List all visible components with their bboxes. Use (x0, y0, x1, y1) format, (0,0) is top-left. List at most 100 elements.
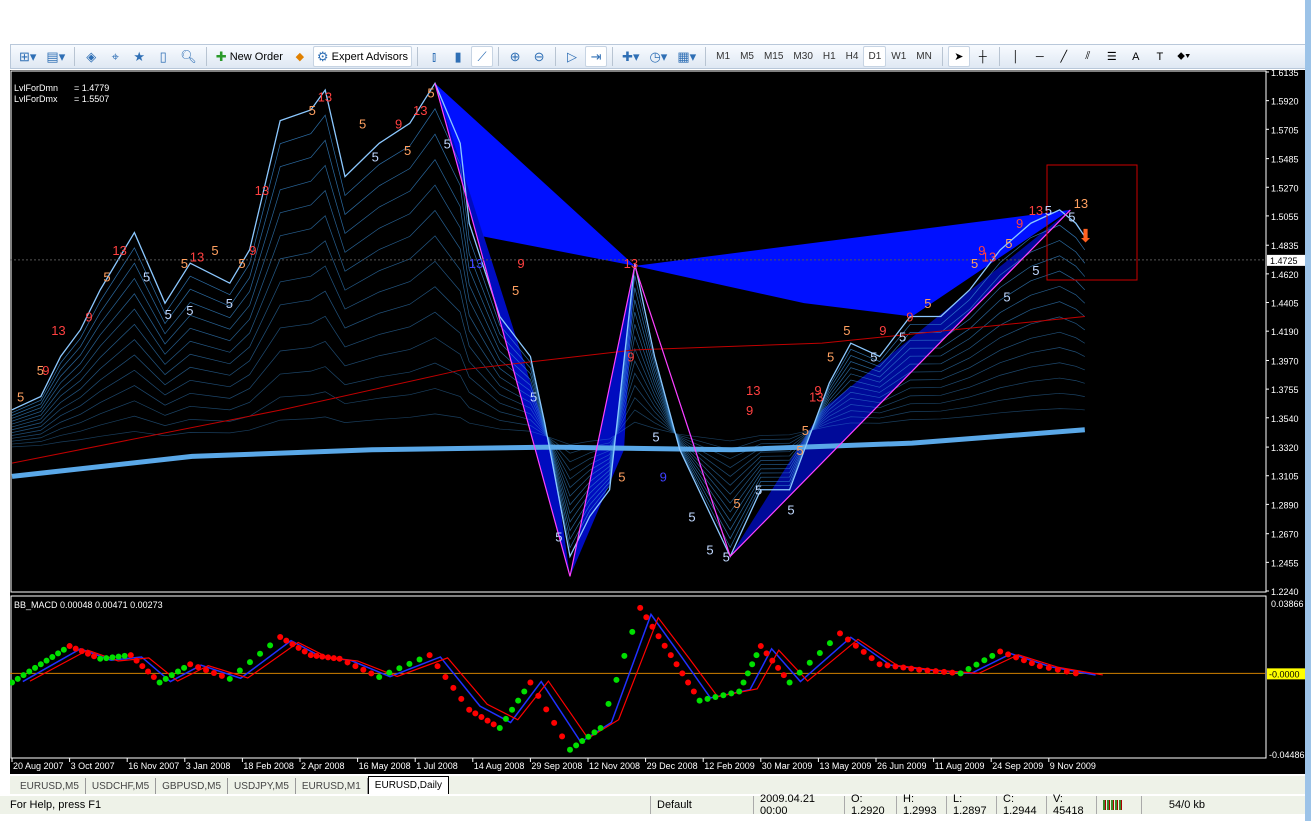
volume: V: 45418 (1046, 793, 1096, 817)
macd-dot (643, 614, 650, 621)
help-text: For Help, press F1 (10, 799, 102, 811)
toolbar: ⊞▾ ▤▾ ◈ ⌖ ★ ▯ 🔍︎ ✚ New Order ◆ ⚙ Expert … (10, 44, 1306, 69)
macd-dot (1063, 668, 1070, 675)
separator (555, 47, 557, 66)
strategy-tester-button[interactable]: 🔍︎ (176, 46, 201, 67)
price-tick-label: 1.5485 (1271, 155, 1299, 165)
macd-dot (521, 688, 528, 695)
chart-window[interactable]: ⬇ 5 5 9 13 9 5 13 5 5 5 13 5 5 5 5 9 13 5 13 5 5 9 5 13 5 5 13 9 5 5 5 1… (10, 70, 1306, 774)
macd-dot (876, 661, 883, 668)
crosshair-tool[interactable]: ┼ (972, 46, 994, 67)
macd-dot (736, 688, 743, 695)
chart-tab[interactable]: EURUSD,M5 (14, 778, 86, 794)
count-label: 5 (618, 469, 625, 484)
auto-scroll-button[interactable]: ▷ (561, 46, 583, 67)
count-label: 5 (924, 296, 931, 311)
macd-dot (780, 672, 787, 679)
macd-dot (368, 670, 375, 677)
macd-dot (916, 666, 923, 673)
lvl-dmx-label: LvlForDmx (14, 94, 58, 104)
timeframe-w1[interactable]: W1 (886, 46, 911, 67)
date-tick-label: 2 Apr 2008 (301, 761, 345, 771)
templates-button[interactable]: ▦▾ (673, 46, 700, 67)
macd-dot (613, 676, 620, 683)
count-label: 13 (746, 383, 760, 398)
macd-dot (1045, 664, 1052, 671)
level-info: LvlForDmn = 1.4779 LvlForDmx = 1.5507 (14, 83, 109, 105)
macd-dot (661, 642, 668, 649)
traffic: 54/0 kb (1141, 796, 1211, 814)
expert-advisors-button[interactable]: ⚙ Expert Advisors (312, 46, 413, 67)
indicators-button[interactable]: ✚▾ (618, 46, 643, 67)
macd-dot (685, 679, 692, 686)
chart-tab[interactable]: EURUSD,Daily (367, 776, 450, 794)
horizontal-line-tool[interactable]: ─ (1029, 46, 1051, 67)
navigator-button[interactable]: ★ (128, 46, 150, 67)
price-tick-label: 1.3970 (1271, 356, 1299, 366)
timeframe-m1[interactable]: M1 (711, 46, 735, 67)
bar-chart-button[interactable]: ⫾ (423, 46, 445, 67)
separator (74, 47, 76, 66)
periods-button[interactable]: ◷▾ (645, 46, 671, 67)
chart-tab[interactable]: GBPUSD,M5 (156, 778, 229, 794)
arrows-tool[interactable]: ⬥▾ (1173, 46, 1195, 67)
timeframe-h4[interactable]: H4 (841, 46, 864, 67)
text-tool[interactable]: A (1125, 46, 1147, 67)
timeframe-m5[interactable]: M5 (735, 46, 759, 67)
new-chart-button[interactable]: ⊞▾ (15, 46, 40, 67)
macd-dot (325, 654, 332, 661)
macd-dot (277, 633, 284, 640)
text-label-tool[interactable]: T (1149, 46, 1171, 67)
macd-dot (127, 652, 134, 659)
timeframe-m30[interactable]: M30 (788, 46, 817, 67)
timeframe-m15[interactable]: M15 (759, 46, 788, 67)
chart-shift-button[interactable]: ⇥ (585, 46, 608, 67)
count-label: 13 (413, 103, 427, 118)
new-order-button[interactable]: ✚ New Order (212, 46, 287, 67)
vertical-line-tool[interactable]: │ (1005, 46, 1027, 67)
count-label: 5 (755, 483, 762, 498)
data-window-button[interactable]: ⌖ (104, 46, 126, 67)
zoom-in-icon[interactable]: ⊕ (504, 46, 526, 67)
timeframe-mn[interactable]: MN (911, 46, 937, 67)
date-tick-label: 29 Sep 2008 (531, 761, 582, 771)
macd-dot (181, 664, 188, 671)
terminal-button[interactable]: ▯ (152, 46, 174, 67)
count-label: 5 (211, 243, 218, 258)
chart-tab[interactable]: USDCHF,M5 (86, 778, 157, 794)
count-label: 5 (530, 389, 537, 404)
open-price: O: 1.2920 (844, 793, 896, 817)
price-tick-label: 1.4190 (1271, 327, 1299, 337)
date-tick-label: 1 Jul 2008 (416, 761, 458, 771)
macd-dot (289, 641, 296, 648)
count-label: 5 (238, 256, 245, 271)
macd-dot (973, 661, 980, 668)
macd-dot (655, 633, 662, 640)
market-watch-button[interactable]: ◈ (80, 46, 102, 67)
date-tick-label: 20 Aug 2007 (13, 761, 64, 771)
date-tick-label: 12 Nov 2008 (589, 761, 640, 771)
fibonacci-tool[interactable]: ☰ (1101, 46, 1123, 67)
chart-tab[interactable]: USDJPY,M5 (228, 778, 296, 794)
macd-dot (573, 742, 580, 749)
zoom-out-icon[interactable]: ⊖ (528, 46, 550, 67)
macd-dot (704, 695, 711, 702)
macd-dot (712, 694, 719, 701)
chart-canvas[interactable]: ⬇559139513555 1355559135135595135513 95551… (10, 70, 1306, 774)
lvl-dmn-value: = 1.4779 (74, 83, 110, 93)
equidistant-channel-tool[interactable]: ⫽ (1077, 46, 1099, 67)
candlestick-button[interactable]: ▮ (447, 46, 469, 67)
line-chart-button[interactable]: ⟋ (471, 46, 494, 67)
macd-dot (543, 706, 550, 713)
profiles-button[interactable]: ▤▾ (42, 46, 69, 67)
count-label: 5 (444, 136, 451, 151)
timeframe-d1[interactable]: D1 (863, 46, 887, 67)
chart-tab[interactable]: EURUSD,M1 (296, 778, 368, 794)
count-label: 5 (1003, 290, 1010, 305)
cursor-tool[interactable]: ➤ (947, 46, 970, 67)
count-label: 9 (517, 256, 524, 271)
trendline-tool[interactable]: ╱ (1053, 46, 1075, 67)
price-tick-label: 1.4620 (1271, 270, 1299, 280)
metaeditor-button[interactable]: ◆ (289, 46, 311, 67)
timeframe-h1[interactable]: H1 (818, 46, 841, 67)
